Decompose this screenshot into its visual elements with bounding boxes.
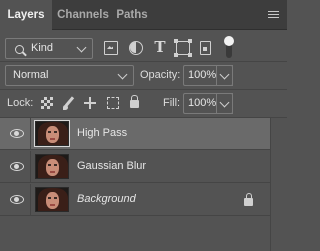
fill-value: 100%: [188, 97, 217, 109]
fill-label: Fill:: [163, 97, 181, 109]
opacity-value: 100%: [188, 69, 217, 81]
layer-thumbnail: [35, 154, 69, 179]
shape-layer-filter-icon[interactable]: [174, 39, 192, 57]
layer-thumbnail: [34, 120, 70, 147]
adjustment-layer-filter-icon[interactable]: [129, 41, 143, 55]
divider: [0, 89, 287, 90]
type-layer-filter-icon[interactable]: T: [153, 38, 167, 56]
lock-artboard-icon[interactable]: [107, 97, 119, 109]
divider: [30, 118, 31, 150]
filter-kind-label: Kind: [31, 42, 54, 54]
toggle-track: [226, 45, 232, 58]
pixel-layer-filter-icon[interactable]: [104, 41, 118, 55]
layer-name: Background: [77, 193, 136, 205]
panel-tab-bar: Layers Channels Paths: [0, 0, 287, 31]
lock-transparent-pixels-icon[interactable]: [41, 97, 53, 109]
layer-thumbnail: [35, 187, 69, 212]
divider: [0, 61, 287, 62]
lock-icon[interactable]: [244, 193, 253, 206]
layer-row-high-pass[interactable]: High Pass: [0, 118, 270, 150]
filter-kind-dropdown[interactable]: Kind: [5, 38, 93, 59]
chevron-down-icon: [76, 42, 87, 53]
tab-channels[interactable]: Channels: [54, 0, 112, 30]
chevron-down-icon: [117, 69, 128, 80]
smart-object-filter-icon[interactable]: [200, 41, 211, 55]
lock-image-pixels-icon[interactable]: [63, 97, 75, 110]
chevron-down-icon: [219, 69, 230, 80]
fill-dropdown-button[interactable]: [216, 93, 233, 114]
tab-layers[interactable]: Layers: [0, 0, 52, 31]
tab-paths[interactable]: Paths: [114, 0, 150, 30]
divider: [30, 151, 31, 183]
eye-icon[interactable]: [10, 162, 24, 171]
chevron-down-icon: [219, 97, 230, 108]
divider: [30, 184, 31, 216]
opacity-label: Opacity:: [140, 69, 181, 81]
layer-name: Gaussian Blur: [77, 160, 147, 172]
blend-mode-value: Normal: [13, 69, 49, 81]
filter-toggle-switch[interactable]: [224, 36, 234, 60]
search-icon: [15, 45, 24, 54]
lock-all-icon[interactable]: [130, 95, 139, 108]
layer-row-background[interactable]: Background: [0, 184, 270, 216]
toggle-knob: [224, 36, 234, 46]
layer-row-gaussian-blur[interactable]: Gaussian Blur: [0, 151, 270, 183]
eye-icon[interactable]: [10, 129, 24, 138]
layers-panel: Layers Channels Paths Kind T Normal Opac…: [0, 0, 287, 251]
blend-mode-dropdown[interactable]: Normal: [5, 65, 134, 86]
eye-icon[interactable]: [10, 195, 24, 204]
opacity-dropdown-button[interactable]: [216, 65, 233, 86]
lock-label: Lock:: [7, 97, 34, 109]
layer-name: High Pass: [77, 127, 128, 139]
panel-menu-icon[interactable]: [268, 11, 279, 19]
lock-position-icon[interactable]: [84, 97, 96, 109]
layers-scrollbar[interactable]: [270, 118, 287, 251]
